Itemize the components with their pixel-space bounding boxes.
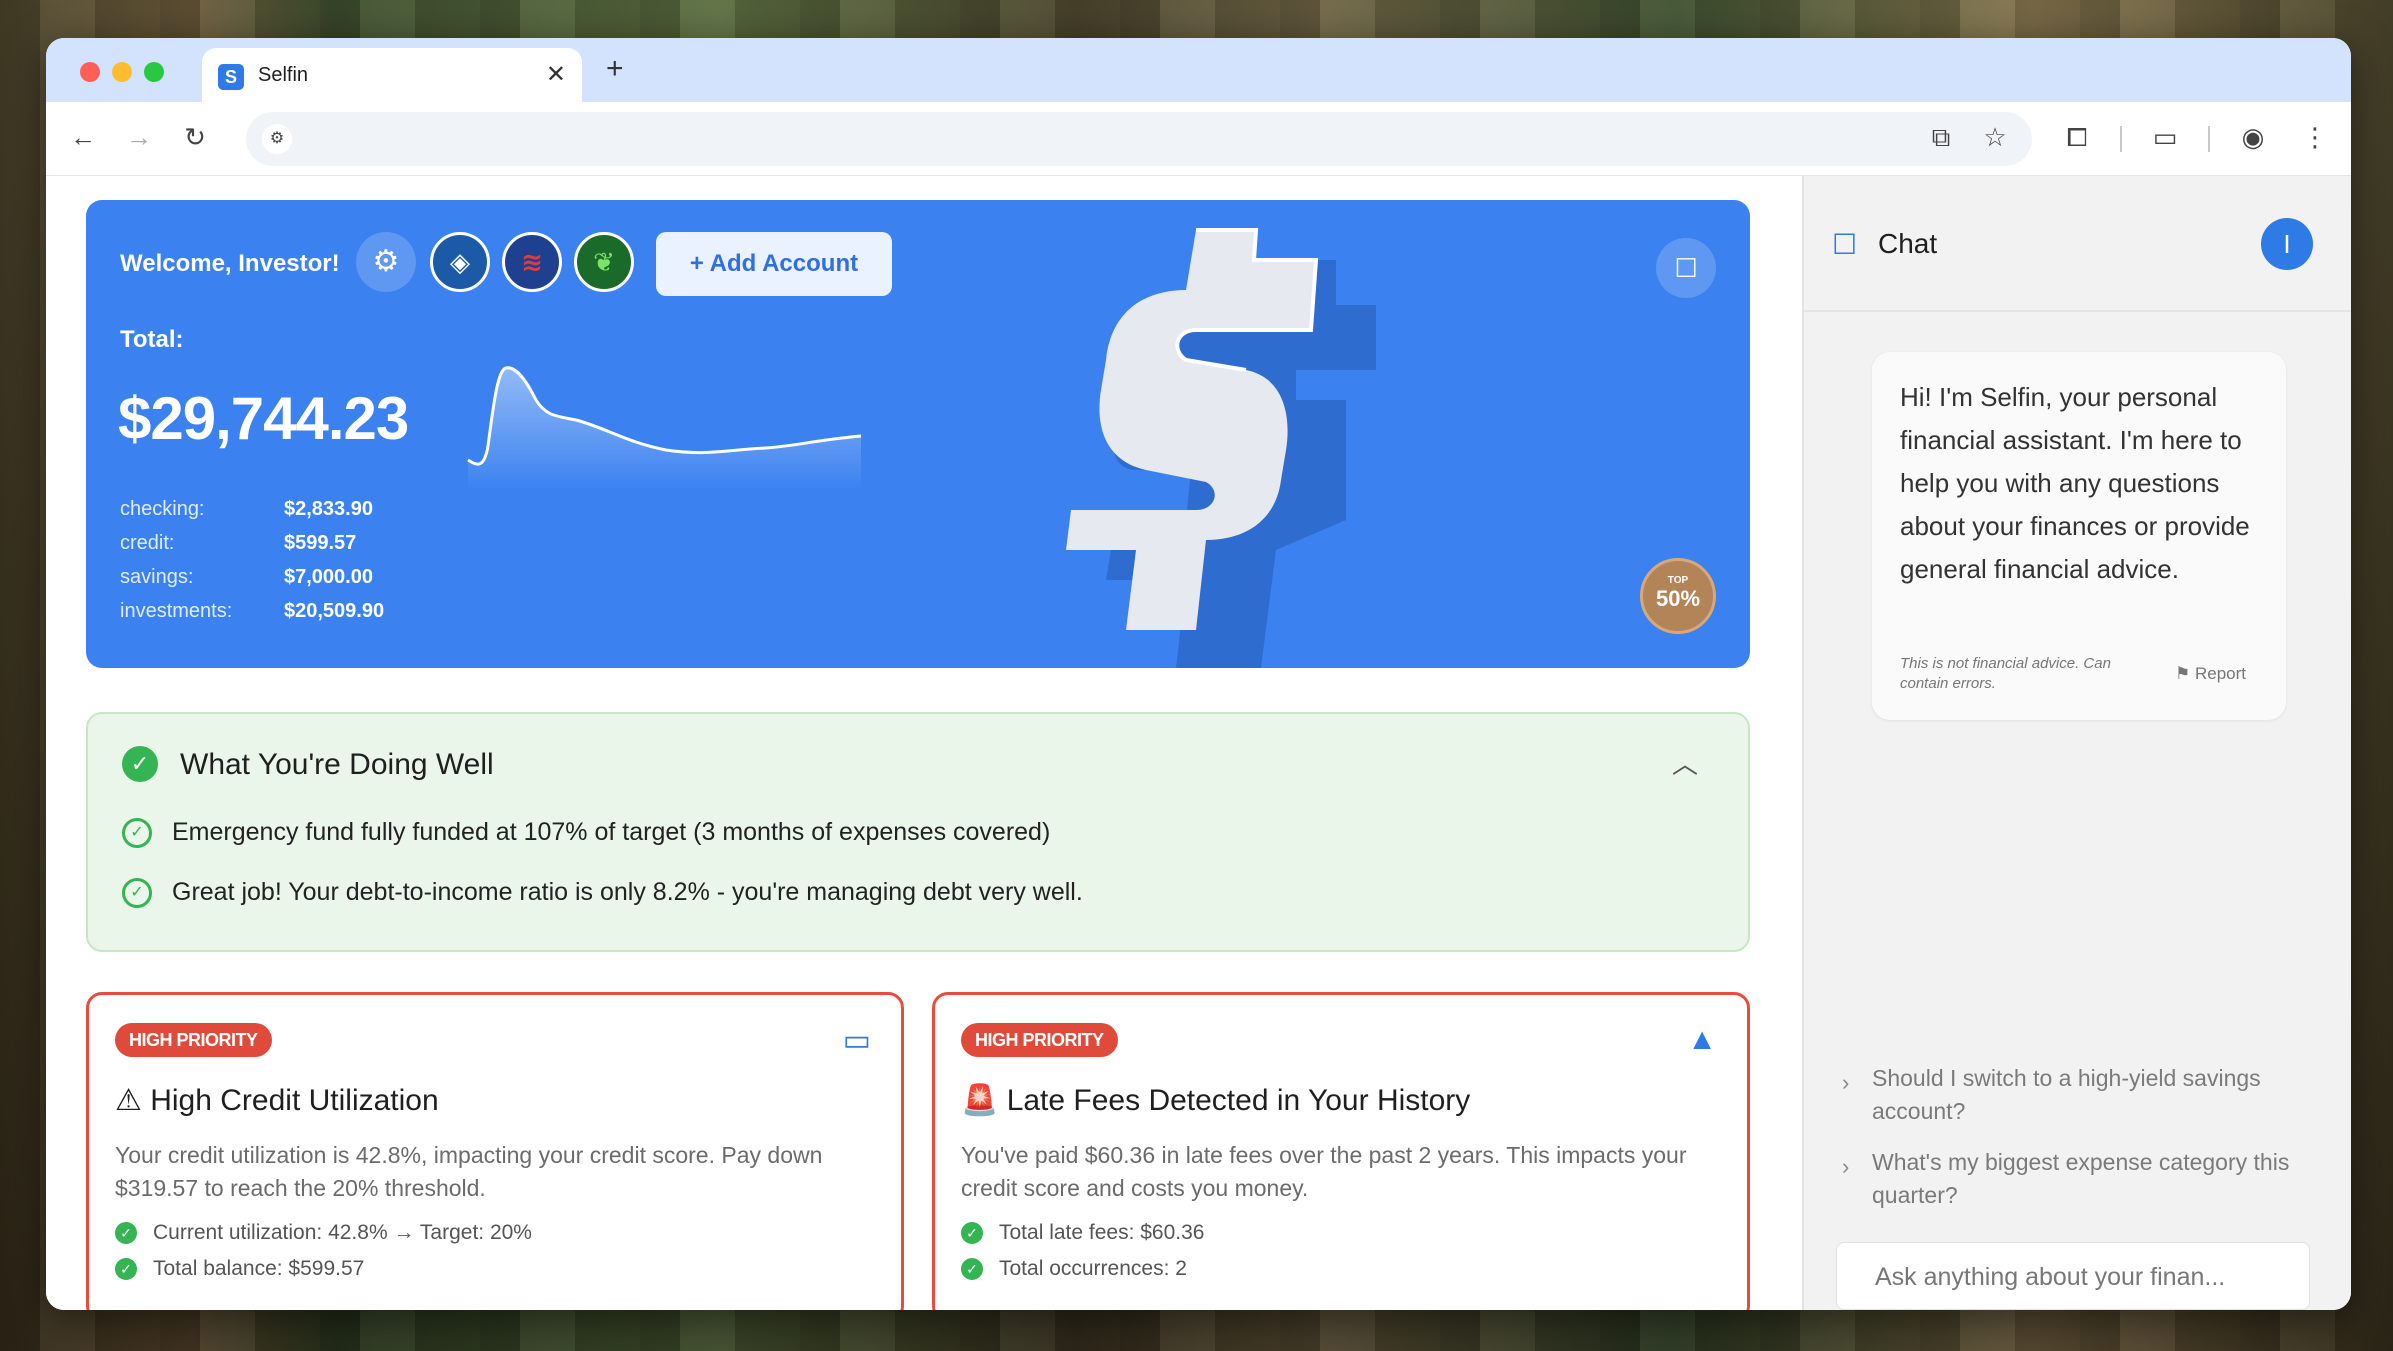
settings-gear-icon[interactable]: ⚙	[356, 232, 416, 292]
user-avatar[interactable]: I	[2261, 218, 2313, 270]
flag-icon: ⚑	[2175, 664, 2195, 683]
chevron-right-icon: ›	[1842, 1070, 1850, 1095]
check-circle-icon: ✓	[122, 746, 158, 782]
card-bullet-text: Total occurrences: 2	[999, 1257, 1187, 1280]
new-tab-button[interactable]: +	[606, 52, 624, 86]
priority-badge: HIGH PRIORITY	[961, 1023, 1118, 1057]
suggestion-text: Should I switch to a high-yield savings …	[1872, 1065, 2261, 1124]
badge-percent: 50%	[1655, 586, 1701, 611]
card-bullet: ✓ Total occurrences: 2	[961, 1257, 1187, 1281]
tab-selfin[interactable]: S Selfin ✕	[202, 48, 582, 102]
toolbar-divider	[2120, 126, 2122, 152]
disclaimer-text: This is not financial advice. Can contai…	[1900, 655, 2111, 692]
bank-logo-robinhood[interactable]: ❦	[574, 232, 634, 292]
back-arrow-icon[interactable]: ←	[66, 122, 100, 153]
toolbar-divider	[2208, 126, 2210, 152]
account-label: savings:	[120, 566, 194, 588]
selfin-favicon-icon: S	[218, 64, 244, 90]
top-percentile-badge: TOP 50%	[1640, 558, 1716, 634]
suggested-question[interactable]: › Should I switch to a high-yield saving…	[1842, 1062, 2328, 1128]
install-app-icon[interactable]: ⧉	[1924, 122, 1958, 154]
card-bullet-text: Current utilization: 42.8% → Target: 20%	[153, 1221, 532, 1244]
extensions-icon[interactable]: ⧠	[2060, 122, 2094, 154]
card-title: 🚨 Late Fees Detected in Your History	[961, 1084, 1471, 1117]
tab-close-icon[interactable]: ✕	[546, 60, 566, 89]
site-settings-icon[interactable]: ⚙	[262, 124, 292, 154]
assistant-message: Hi! I'm Selfin, your personal financial …	[1872, 352, 2286, 720]
bank-logo-bofa[interactable]: ≋	[502, 232, 562, 292]
total-label: Total:	[120, 326, 184, 353]
browser-toolbar: ← → ↻ ⚙ ⧉ ☆ ⧠ ▭ ◉ ⋮	[46, 102, 2351, 176]
close-window-button[interactable]	[80, 62, 100, 82]
account-value: $20,509.90	[284, 600, 385, 622]
doing-well-item-text: Emergency fund fully funded at 107% of t…	[172, 818, 1051, 846]
warning-icon: ▲	[1687, 1023, 1717, 1056]
account-value: $2,833.90	[284, 498, 373, 520]
badge-top-label: TOP	[1667, 575, 1689, 586]
forward-arrow-icon[interactable]: →	[122, 122, 156, 153]
maximize-window-button[interactable]	[144, 62, 164, 82]
card-bullet-text: Total late fees: $60.36	[999, 1221, 1205, 1244]
add-account-button[interactable]: + Add Account	[656, 232, 892, 296]
chat-bubble-icon[interactable]: ☐	[1656, 238, 1716, 298]
credit-card-icon: ▭	[842, 1024, 871, 1057]
browser-window: S Selfin ✕ + ← → ↻ ⚙ ⧉ ☆ ⧠ ▭ ◉ ⋮ Welcome…	[46, 38, 2351, 1310]
card-bullet: ✓ Current utilization: 42.8% → Target: 20…	[115, 1221, 532, 1245]
report-label: Report	[2194, 664, 2246, 683]
check-circle-icon: ✓	[961, 1222, 983, 1245]
card-bullet-text: Total balance: $599.57	[153, 1257, 365, 1280]
suggested-question[interactable]: › What's my biggest expense category thi…	[1842, 1146, 2328, 1212]
card-description: Your credit utilization is 42.8%, impact…	[115, 1142, 823, 1201]
chat-icon: ☐	[1832, 229, 1858, 260]
minimize-window-button[interactable]	[112, 62, 132, 82]
check-outline-icon: ✓	[122, 818, 152, 849]
profile-icon[interactable]: ◉	[2236, 122, 2270, 153]
bank-logo-chase[interactable]: ◈	[430, 232, 490, 292]
priority-badge: HIGH PRIORITY	[115, 1023, 272, 1057]
total-value: $29,744.23	[118, 385, 409, 452]
chat-header: ☐ Chat I	[1804, 176, 2351, 312]
bookmark-star-icon[interactable]: ☆	[1978, 122, 2012, 153]
check-outline-icon: ✓	[122, 878, 152, 909]
selfin-3d-logo	[1066, 228, 1376, 668]
card-bullet: ✓ Total balance: $599.57	[115, 1257, 364, 1281]
report-button[interactable]: ⚑ Report	[2175, 664, 2246, 684]
card-title: ⚠ High Credit Utilization	[115, 1084, 439, 1117]
balance-sparkline	[467, 366, 862, 490]
insight-card-late-fees[interactable]: HIGH PRIORITY ▲ 🚨 Late Fees Detected in …	[932, 992, 1750, 1310]
tab-title: Selfin	[258, 64, 309, 86]
tab-strip: S Selfin ✕ +	[46, 38, 2351, 102]
address-bar[interactable]: ⚙	[246, 112, 2032, 166]
check-circle-icon: ✓	[115, 1258, 137, 1281]
check-circle-icon: ✓	[115, 1222, 137, 1245]
account-value: $599.57	[284, 532, 357, 554]
card-bullet: ✓ Total late fees: $60.36	[961, 1221, 1204, 1245]
tab-search-icon[interactable]: ▭	[2148, 122, 2182, 153]
doing-well-item: ✓ Great job! Your debt-to-income ratio is…	[122, 878, 1083, 909]
chevron-up-icon[interactable]: ︿	[1672, 744, 1698, 781]
doing-well-title: What You're Doing Well	[180, 748, 494, 781]
chevron-right-icon: ›	[1842, 1154, 1850, 1179]
card-description: You've paid $60.36 in late fees over the…	[961, 1142, 1687, 1201]
reload-icon[interactable]: ↻	[178, 122, 212, 153]
account-label: checking:	[120, 498, 205, 520]
welcome-text: Welcome, Investor!	[120, 250, 340, 277]
account-value: $7,000.00	[284, 566, 373, 588]
assistant-message-text: Hi! I'm Selfin, your personal financial …	[1900, 382, 2250, 584]
chat-panel: ☐ Chat I Hi! I'm Selfin, your personal f…	[1802, 176, 2351, 1310]
doing-well-item: ✓ Emergency fund fully funded at 107% of …	[122, 818, 1051, 849]
chat-input[interactable]: Ask anything about your finan...	[1836, 1242, 2310, 1310]
account-label: credit:	[120, 532, 175, 554]
more-menu-icon[interactable]: ⋮	[2298, 122, 2332, 153]
doing-well-item-text: Great job! Your debt-to-income ratio is …	[172, 878, 1083, 906]
page-content: Welcome, Investor! ⚙ ◈ ≋ ❦ + Add Account…	[46, 176, 2351, 1310]
main-panel: Welcome, Investor! ⚙ ◈ ≋ ❦ + Add Account…	[46, 176, 1802, 1310]
chat-title: Chat	[1878, 228, 1938, 259]
check-circle-icon: ✓	[961, 1258, 983, 1281]
suggestion-text: What's my biggest expense category this …	[1872, 1149, 2290, 1208]
doing-well-panel: ✓ What You're Doing Well ︿ ✓ Emergency fu…	[86, 712, 1750, 952]
insight-card-credit-utilization[interactable]: HIGH PRIORITY ▭ ⚠ High Credit Utilizatio…	[86, 992, 904, 1310]
account-label: investments:	[120, 600, 233, 622]
portfolio-hero: Welcome, Investor! ⚙ ◈ ≋ ❦ + Add Account…	[86, 200, 1750, 668]
